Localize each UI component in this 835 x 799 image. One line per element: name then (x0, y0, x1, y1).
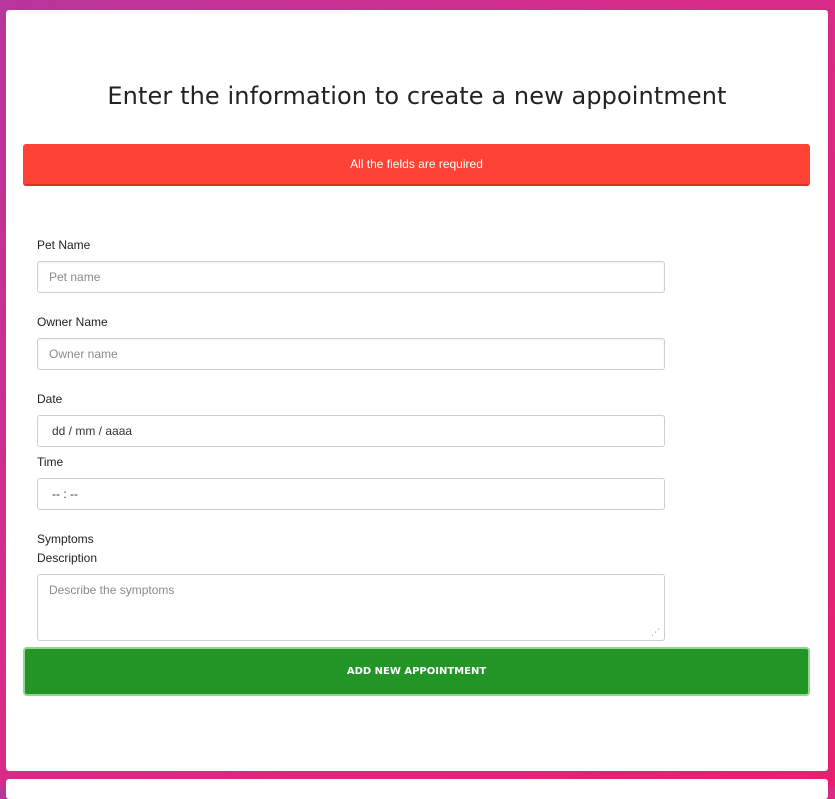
pet-name-input[interactable] (37, 261, 665, 293)
time-label: Time (37, 455, 64, 469)
date-label: Date (37, 392, 63, 406)
resize-grip-icon[interactable]: ⋰ (651, 628, 660, 637)
date-input[interactable]: dd / mm / aaaa (37, 415, 665, 447)
owner-name-label: Owner Name (37, 315, 108, 329)
page-title: Enter the information to create a new ap… (107, 82, 727, 110)
pet-name-label: Pet Name (37, 238, 91, 252)
description-label: Description (37, 551, 98, 565)
time-input[interactable]: -- : -- (37, 478, 665, 510)
owner-name-input[interactable] (37, 338, 665, 370)
symptoms-textarea[interactable] (37, 574, 665, 641)
error-alert: All the fields are required (23, 144, 810, 186)
symptoms-label: Symptoms (37, 532, 94, 546)
add-appointment-button[interactable]: ADD NEW APPOINTMENT (23, 647, 810, 696)
appointment-form-card: Enter the information to create a new ap… (6, 10, 828, 771)
secondary-card (6, 779, 828, 799)
